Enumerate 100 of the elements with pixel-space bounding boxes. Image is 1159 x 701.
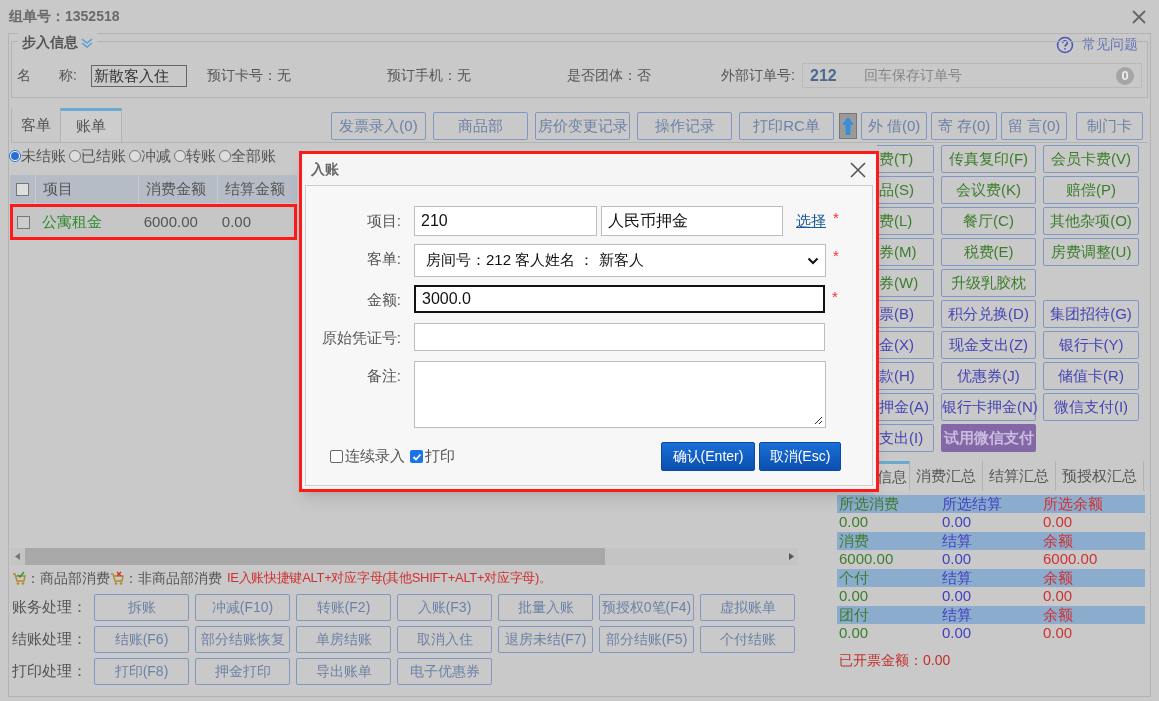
scroll-up-button[interactable]	[839, 113, 857, 139]
charge-button[interactable]: 银行卡(Y)	[1043, 331, 1139, 359]
close-icon[interactable]	[1131, 8, 1147, 25]
radio-option[interactable]: 冲减	[129, 144, 171, 168]
radio-option[interactable]: 全部账	[219, 144, 276, 168]
scrollbar-thumb[interactable]	[25, 548, 605, 565]
close-icon[interactable]	[850, 161, 866, 178]
action-button[interactable]: 入账(F3)	[397, 594, 492, 621]
tab[interactable]: 账单	[60, 108, 122, 142]
input-field[interactable]: 3000.0	[414, 285, 825, 313]
charge-button[interactable]: 传真复印(F)	[941, 145, 1036, 173]
tab[interactable]: 消费汇总	[910, 461, 983, 491]
action-button[interactable]: 部分结账(F5)	[599, 626, 694, 653]
cancel-button[interactable]: 取消(Esc)	[759, 442, 841, 471]
row-label: 账务处理：	[12, 597, 88, 618]
toolbar-button[interactable]: 寄 存(0)	[931, 112, 997, 140]
summary-value: 0.00	[838, 623, 870, 644]
radio-button[interactable]	[9, 150, 21, 162]
charge-button[interactable]: 试用微信支付	[941, 424, 1036, 452]
item-name-field[interactable]: 人民币押金	[601, 206, 783, 236]
dialog-title: 入账	[311, 160, 339, 179]
toolbar-button[interactable]: 房价变更记录	[535, 112, 630, 140]
action-button[interactable]: 预授权0笔(F4)	[599, 594, 694, 621]
charge-button[interactable]: 储值卡(R)	[1043, 362, 1139, 390]
action-button[interactable]: 取消入住	[397, 626, 492, 653]
toolbar-button[interactable]: 留 言(0)	[1001, 112, 1067, 140]
column-header: 消费金额	[138, 175, 217, 203]
summary-label: 消费	[838, 530, 870, 551]
toolbar-button[interactable]: 操作记录	[637, 112, 732, 140]
action-button[interactable]: 个付结账	[700, 626, 795, 653]
header-checkbox[interactable]	[16, 182, 29, 196]
toolbar-button[interactable]: 外 借(0)	[861, 112, 927, 140]
charge-button[interactable]: 积分兑换(D)	[941, 300, 1036, 328]
radio-button[interactable]	[129, 150, 141, 162]
radio-option[interactable]: 转账	[174, 144, 216, 168]
action-button[interactable]: 冲减(F10)	[195, 594, 290, 621]
toolbar-button[interactable]: 打印RC单	[739, 112, 834, 140]
item-code-field[interactable]: 210	[414, 206, 597, 236]
checkbox[interactable]	[410, 450, 423, 463]
action-button[interactable]: 单房结账	[296, 626, 391, 653]
toolbar-button[interactable]: 发票录入(0)	[331, 112, 426, 140]
charge-button[interactable]: 现金支出(Z)	[941, 331, 1036, 359]
help-icon[interactable]	[1056, 35, 1074, 54]
charge-button[interactable]: 银行卡押金(N)	[941, 393, 1036, 421]
charge-button[interactable]: 优惠券(J)	[941, 362, 1036, 390]
action-button[interactable]: 退房未结(F7)	[498, 626, 593, 653]
name-field[interactable]: 新散客入住	[91, 64, 187, 87]
charge-button[interactable]: 赔偿(P)	[1043, 176, 1139, 204]
collapse-chevron-icon[interactable]	[81, 37, 93, 48]
toolbar-button[interactable]: 制门卡	[1076, 112, 1143, 140]
checkbox-option[interactable]: 连续录入	[330, 445, 405, 468]
summary-value: 0.00	[838, 512, 870, 533]
table-row[interactable]: 公寓租金 6000.00 0.00	[10, 204, 297, 240]
row-checkbox[interactable]	[17, 215, 31, 229]
count-badge: 0	[1116, 66, 1134, 85]
summary-value: 0.00	[838, 586, 870, 607]
summary-label: 结算	[941, 567, 973, 588]
input-field[interactable]	[414, 323, 825, 351]
radio-option[interactable]: 未结账	[9, 144, 66, 168]
note-field[interactable]	[414, 361, 826, 428]
invoiced-amount: 已开票金额：0.00	[839, 651, 952, 670]
radio-button[interactable]	[174, 150, 186, 162]
field-label: 外部订单号:	[721, 66, 796, 85]
action-button[interactable]: 电子优惠券	[397, 658, 492, 685]
checkbox-option[interactable]: 打印	[410, 445, 455, 468]
action-button[interactable]: 导出账单	[296, 658, 391, 685]
action-button[interactable]: 押金打印	[195, 658, 290, 685]
charge-button[interactable]: 会员卡费(V)	[1043, 145, 1139, 173]
action-button[interactable]: 拆账	[94, 594, 189, 621]
charge-button[interactable]: 会议费(K)	[941, 176, 1036, 204]
checkbox[interactable]	[330, 450, 343, 463]
tab[interactable]: 结算汇总	[983, 461, 1056, 491]
action-button[interactable]: 打印(F8)	[94, 658, 189, 685]
charge-button[interactable]: 升级乳胶枕	[941, 269, 1036, 297]
summary-value: 0.00	[1042, 586, 1074, 607]
action-button[interactable]: 转账(F2)	[296, 594, 391, 621]
radio-button[interactable]	[69, 150, 81, 162]
confirm-button[interactable]: 确认(Enter)	[661, 442, 755, 471]
radio-option[interactable]: 已结账	[69, 144, 126, 168]
field-label: 项目:	[365, 211, 402, 231]
action-button[interactable]: 批量入账	[498, 594, 593, 621]
guest-select[interactable]: 房间号：212 客人姓名 ： 新客人	[414, 244, 826, 277]
charge-button[interactable]: 税费(E)	[941, 238, 1036, 266]
charge-button[interactable]: 集团招待(G)	[1043, 300, 1139, 328]
resize-grip-icon[interactable]	[814, 416, 823, 425]
toolbar-button[interactable]: 商品部	[433, 112, 528, 140]
action-button[interactable]: 部分结账恢复	[195, 626, 290, 653]
charge-button[interactable]: 房费调整(U)	[1043, 238, 1139, 266]
charge-button[interactable]: 其他杂项(O)	[1043, 207, 1139, 235]
summary-value: 0.00	[941, 512, 973, 533]
table-cell-text: 6000.00	[142, 211, 199, 232]
summary-label: 团付	[838, 604, 870, 625]
select-link[interactable]: 选择	[796, 206, 826, 236]
order-number-field[interactable]: 212 回车保存订单号 0	[802, 63, 1142, 88]
charge-button[interactable]: 餐厅(C)	[941, 207, 1036, 235]
charge-button[interactable]: 微信支付(I)	[1043, 393, 1139, 421]
action-button[interactable]: 结账(F6)	[94, 626, 189, 653]
action-button[interactable]: 虚拟账单	[700, 594, 795, 621]
radio-button[interactable]	[219, 150, 231, 162]
tab[interactable]: 预授权汇总	[1056, 461, 1144, 491]
